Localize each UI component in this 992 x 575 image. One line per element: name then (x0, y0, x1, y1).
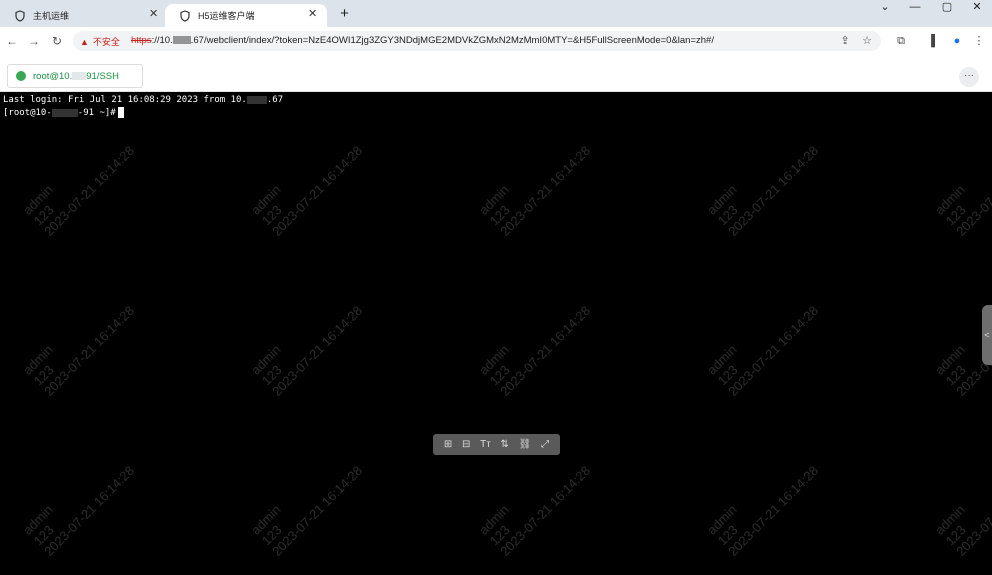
redacted-block (51, 108, 78, 117)
minimize-button[interactable]: — (900, 0, 930, 14)
profile-icon[interactable]: ● (950, 34, 964, 48)
tab-search-icon[interactable]: ⌄ (870, 0, 900, 14)
prompt-suffix: -91 ~]# (77, 108, 116, 118)
transfer-icon[interactable]: ⇅ (501, 439, 509, 450)
side-panel-handle[interactable]: < (982, 305, 992, 365)
url-scheme: https (131, 35, 152, 46)
security-label: 不安全 (92, 37, 120, 47)
url-text[interactable]: https://10. .67/webclient/index/?token=Nz… (131, 35, 714, 46)
watermark: admin1232023-07-21 16:14:28 (248, 282, 365, 399)
shield-icon (179, 9, 191, 22)
forward-icon[interactable]: → (27, 34, 41, 48)
redacted-block (72, 72, 87, 80)
reload-icon[interactable]: ↻ (50, 34, 64, 48)
url-path: .67/webclient/index/?token=NzE4OWI1Zjg3Z… (190, 35, 714, 46)
new-tab-button[interactable]: + (336, 5, 353, 22)
terminal-line: Last login: Fri Jul 21 16:08:29 2023 fro… (3, 95, 283, 105)
sidepanel-icon[interactable]: ▌ (928, 34, 942, 48)
tab-title: 主机运维 (33, 11, 70, 21)
terminal-prompt: [root@10- -91 ~]# (3, 107, 124, 118)
terminal-screen[interactable]: Last login: Fri Jul 21 16:08:29 2023 fro… (0, 92, 992, 575)
session-status-icon (16, 71, 26, 81)
tab-host-ops[interactable]: 主机运维 ✕ (0, 4, 165, 27)
watermark: admin1232023-07-21 16:14:28 (248, 122, 365, 239)
session-tab[interactable]: root@10. 91/SSH (7, 64, 143, 88)
window-close-button[interactable]: ✕ (962, 0, 992, 14)
login-ip-suffix: .67 (266, 95, 284, 105)
tab-strip: 主机运维 ✕ H5运维客户端 ✕ + ⌄ — ▢ ✕ (0, 0, 992, 27)
watermark: admin1232023-07-21 16:14:28 (20, 442, 137, 559)
watermark: admin1232023-07-21 16:14:28 (932, 122, 992, 239)
text-cursor (117, 107, 124, 118)
close-icon[interactable]: ✕ (149, 7, 158, 20)
url-host: ://10. (151, 35, 173, 46)
extensions-icon[interactable]: ⧉ (894, 34, 908, 48)
session-host: root@10. (33, 70, 73, 82)
watermark: admin1232023-07-21 16:14:28 (476, 442, 593, 559)
tab-title: H5运维客户端 (198, 11, 255, 21)
fullscreen-icon[interactable]: ⤢ (541, 439, 549, 450)
tab-h5-client[interactable]: H5运维客户端 ✕ (165, 4, 327, 27)
watermark: admin1232023-07-21 16:14:28 (20, 122, 137, 239)
back-icon[interactable]: ← (5, 34, 19, 48)
watermark: admin1232023-07-21 16:14:28 (476, 122, 593, 239)
watermark: admin1232023-07-21 16:14:28 (704, 122, 821, 239)
star-icon[interactable]: ☆ (860, 34, 874, 48)
floating-toolbar: ⊞ ⊟ Tт ⇅ ⛓ ⤢ (433, 434, 560, 455)
login-text: Last login: Fri Jul 21 16:08:29 2023 fro… (3, 95, 247, 105)
more-options-button[interactable]: ··· (959, 67, 979, 87)
redacted-block (172, 36, 191, 45)
app-header (0, 56, 992, 92)
warning-icon: ▲ (80, 36, 89, 47)
watermark: admin1232023-07-21 16:14:28 (704, 442, 821, 559)
menu-icon[interactable]: ⋮ (972, 34, 986, 48)
watermark: admin1232023-07-21 16:14:28 (704, 282, 821, 399)
redacted-block (246, 95, 267, 104)
grid-icon[interactable]: ⊞ (444, 439, 452, 450)
font-size-icon[interactable]: Tт (480, 439, 491, 450)
session-proto: 91/SSH (86, 70, 119, 82)
watermark: admin1232023-07-21 16:14:28 (248, 442, 365, 559)
watermark: admin1232023-07-21 16:14:28 (932, 442, 992, 559)
maximize-button[interactable]: ▢ (932, 0, 962, 14)
close-icon[interactable]: ✕ (308, 7, 317, 20)
link-icon[interactable]: ⛓ (519, 439, 532, 450)
shield-icon (14, 9, 26, 22)
watermark: admin1232023-07-21 16:14:28 (20, 282, 137, 399)
share-icon[interactable]: ⇪ (838, 34, 852, 48)
layout-icon[interactable]: ⊟ (462, 439, 470, 450)
prompt-prefix: [root@10- (3, 108, 52, 118)
security-indicator[interactable]: ▲ 不安全 (80, 35, 120, 48)
watermark: admin1232023-07-21 16:14:28 (476, 282, 593, 399)
